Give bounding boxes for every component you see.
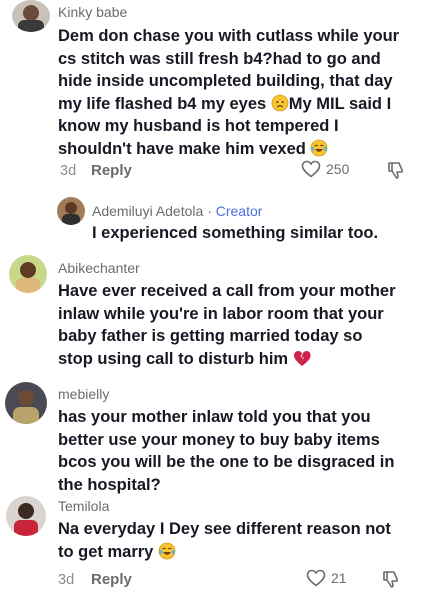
comment-line: inlaw while you're in labor room that yo… [58,304,384,323]
avatar-image [6,496,46,536]
comment-line: Have ever received a call from your moth… [58,282,396,300]
dislike-button[interactable] [386,160,406,185]
comment-line: I experienced something similar too. [92,224,379,242]
worried-face-emoji-icon [271,94,289,111]
avatar-image [12,0,50,32]
like-count: 21 [331,570,347,586]
heart-icon [301,160,321,178]
avatar[interactable] [9,255,47,293]
comment-line-part: My MIL said I [288,94,392,113]
comment-line: has your mother inlaw told you that you [58,408,371,426]
comment-text: Dem don chase you with cutlass while you… [58,25,399,160]
comment-line: bcos you will be the one to be disgraced… [58,453,395,471]
creator-avatar[interactable] [57,197,85,225]
reply-button[interactable]: Reply [91,162,132,179]
avatar[interactable] [12,0,50,32]
comment-username[interactable]: Kinky babe [58,3,127,21]
heart-icon [306,569,326,587]
avatar-image [57,197,85,225]
comment-line: baby father is getting married today so [58,327,363,345]
dislike-icon [383,571,398,588]
broken-heart-emoji-icon [293,350,311,366]
comment-line-part: to get marry [58,542,154,561]
comment-line: know my husband is hot tempered I [58,117,339,135]
avatar[interactable] [6,496,46,536]
avatar-image [5,382,47,424]
comment-text: Na everyday I Dey see different reason n… [58,518,391,563]
creator-badge: Creator [215,203,263,219]
comment-line: cs stitch was still fresh b4?had to go a… [58,49,381,68]
comment-timestamp: 3d [58,572,75,588]
crying-laughing-emoji-icon [311,139,328,156]
comment-username[interactable]: Ademiluyi Adetola · Creator [92,202,262,220]
comment-line: to get marry [58,541,391,564]
creator-username[interactable]: Ademiluyi Adetola [92,203,203,219]
comment-username[interactable]: mebielly [58,385,109,403]
comment-text: I experienced something similar too. [92,222,378,245]
comment-line-part: shouldn't have make him vexed [58,139,306,158]
like-count: 250 [326,161,350,177]
like-button[interactable]: 250 [301,160,349,178]
comment-line: better use your money to buy baby items [58,430,380,449]
comment-line: stop using call to disturb him [58,348,396,371]
comment-line-part: my life flashed b4 my eyes [58,94,267,113]
like-button[interactable]: 21 [306,569,347,587]
dislike-button[interactable] [381,569,401,594]
comment-line: the hospital? [58,475,161,494]
comment-username[interactable]: Abikechanter [58,259,140,277]
comment-line: shouldn't have make him vexed [58,138,399,161]
comment-line-part: stop using call to disturb him [58,349,289,368]
comment-line: my life flashed b4 my eyes My MIL said I [58,93,399,116]
comment-timestamp: 3d [60,163,77,179]
reply-button[interactable]: Reply [91,571,132,588]
avatar[interactable] [5,382,47,424]
comment-text: Have ever received a call from your moth… [58,280,396,370]
comment-username[interactable]: Temilola [58,497,109,515]
dislike-icon [388,162,403,179]
comment-line: Na everyday I Dey see different reason n… [58,520,391,538]
crying-laughing-emoji-icon [158,542,176,559]
separator-dot: · [207,203,212,219]
comment-line: Dem don chase you with cutlass while you… [58,27,400,45]
comment-line: hide inside uncompleted building, that d… [58,72,393,90]
comment-text: has your mother inlaw told you that you … [58,406,394,496]
avatar-image [9,255,47,293]
